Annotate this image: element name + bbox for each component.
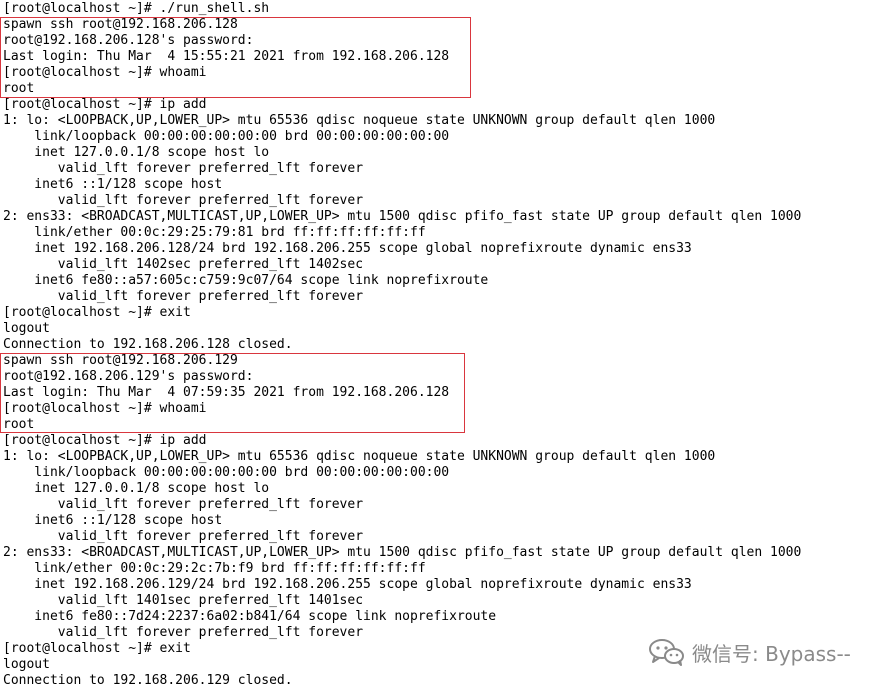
terminal-line: link/ether 00:0c:29:2c:7b:f9 brd ff:ff:f… [3, 561, 426, 576]
terminal-line: valid_lft forever preferred_lft forever [3, 529, 364, 544]
watermark: 微信号: Bypass-- [648, 638, 851, 666]
terminal-line: inet 192.168.206.128/24 brd 192.168.206.… [3, 241, 692, 256]
wechat-icon [648, 638, 686, 666]
terminal-line: logout [3, 321, 50, 336]
terminal-line: valid_lft forever preferred_lft forever [3, 625, 364, 640]
terminal-line: inet 192.168.206.129/24 brd 192.168.206.… [3, 577, 692, 592]
terminal-line: 1: lo: <LOOPBACK,UP,LOWER_UP> mtu 65536 … [3, 113, 716, 128]
terminal-line: link/loopback 00:00:00:00:00:00 brd 00:0… [3, 465, 450, 480]
terminal-line: inet 127.0.0.1/8 scope host lo [3, 481, 270, 496]
terminal-line: valid_lft 1401sec preferred_lft 1401sec [3, 593, 364, 608]
terminal-line: [root@localhost ~]# exit [3, 305, 191, 320]
terminal-line: inet 127.0.0.1/8 scope host lo [3, 145, 270, 160]
terminal-line: valid_lft forever preferred_lft forever [3, 289, 364, 304]
terminal-line: valid_lft forever preferred_lft forever [3, 161, 364, 176]
highlight-box [0, 353, 465, 433]
terminal-line: 1: lo: <LOOPBACK,UP,LOWER_UP> mtu 65536 … [3, 449, 716, 464]
terminal-output[interactable]: [root@localhost ~]# ./run_shell.sh spawn… [0, 0, 875, 692]
watermark-text: 微信号: Bypass-- [692, 641, 851, 666]
terminal-line: Connection to 192.168.206.128 closed. [3, 337, 293, 352]
terminal-line: logout [3, 657, 50, 672]
terminal-line: inet6 ::1/128 scope host [3, 177, 223, 192]
terminal-line: 2: ens33: <BROADCAST,MULTICAST,UP,LOWER_… [3, 209, 802, 224]
terminal-line: [root@localhost ~]# ip add [3, 97, 207, 112]
terminal-line: inet6 fe80::a57:605c:c759:9c07/64 scope … [3, 273, 489, 288]
terminal-line: valid_lft 1402sec preferred_lft 1402sec [3, 257, 364, 272]
terminal-line: 2: ens33: <BROADCAST,MULTICAST,UP,LOWER_… [3, 545, 802, 560]
terminal-line: [root@localhost ~]# exit [3, 641, 191, 656]
terminal-line: link/loopback 00:00:00:00:00:00 brd 00:0… [3, 129, 450, 144]
terminal-line: link/ether 00:0c:29:25:79:81 brd ff:ff:f… [3, 225, 426, 240]
terminal-line: inet6 fe80::7d24:2237:6a02:b841/64 scope… [3, 609, 497, 624]
terminal-line: Connection to 192.168.206.129 closed. [3, 673, 293, 688]
terminal-line: [root@localhost ~]# ./run_shell.sh [3, 1, 270, 16]
terminal-line: inet6 ::1/128 scope host [3, 513, 223, 528]
terminal-line: [root@localhost ~]# ip add [3, 433, 207, 448]
highlight-box [0, 17, 471, 98]
terminal-line: valid_lft forever preferred_lft forever [3, 193, 364, 208]
terminal-line: valid_lft forever preferred_lft forever [3, 497, 364, 512]
